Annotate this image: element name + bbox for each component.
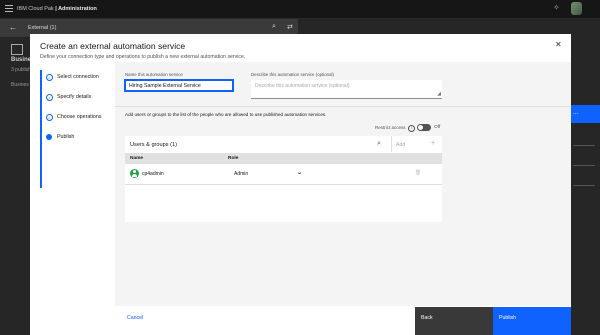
background-left-title: Busine [11,57,32,63]
background-row [573,165,595,166]
divider [115,106,571,107]
filter-icon: ⇄ [287,24,293,31]
users-groups-table: Users & groups (1) ⌕ Add + Name Role cp4… [125,136,442,222]
search-icon[interactable]: ⌕ [377,140,381,148]
progress-steps: ✓ Select connection ✓ Specify details ✓ … [40,70,118,188]
background-left-bottom: Busines [11,82,29,88]
background-subheader-title: External (1) [28,25,57,31]
publish-panel: Name this automation service Hiring Samp… [115,62,571,306]
table-header: Name Role [125,153,442,164]
toggle-knob [418,125,423,130]
access-help-text: Add users or groups to the list of the p… [125,112,327,117]
background-right-panel: ... [570,105,600,325]
grid-icon [11,44,23,55]
divider [391,136,392,152]
delete-icon[interactable]: 🗑 [415,170,421,176]
brand-title: IBM Cloud Pak | Administration [17,6,97,12]
back-arrow-icon: ← [9,23,17,32]
background-left-sub: 3 publish [11,67,32,73]
user-avatar-icon [130,169,139,178]
menu-icon[interactable] [5,5,13,13]
description-placeholder: Describe this automation service (option… [255,83,350,89]
create-service-modal: Create an external automation service De… [30,34,571,335]
background-row [573,185,595,186]
column-header-name[interactable]: Name [130,156,143,161]
add-icon[interactable]: + [431,140,435,147]
modal-description: Define your connection type and operatio… [40,54,246,60]
checkmark-icon: ✓ [46,74,53,81]
checkmark-icon: ✓ [46,94,53,101]
step-label: Choose operations [57,114,102,120]
publish-button[interactable]: Publish [493,307,571,335]
user-name: cp4admin [142,171,164,177]
step-label: Publish [57,134,75,140]
table-title: Users & groups (1) [130,142,177,148]
assistant-icon[interactable]: ✧ [553,3,560,12]
resize-handle-icon[interactable]: ◢ [437,91,441,97]
modal-title: Create an external automation service [40,41,186,51]
service-description-input[interactable]: Describe this automation service (option… [251,80,442,99]
background-row [573,145,595,146]
step-label: Specify details [57,94,92,100]
top-bar: IBM Cloud Pak | Administration ✧ [0,0,600,19]
checkmark-icon: ✓ [46,114,53,121]
user-avatar[interactable] [571,2,582,15]
description-field-label: Describe this automation service (option… [251,72,334,77]
column-header-role[interactable]: Role [228,156,238,161]
back-button[interactable]: Back [415,307,493,335]
current-step-icon [46,134,52,140]
restrict-access-label: Restrict access [375,125,406,130]
cancel-button[interactable]: Cancel [127,315,143,321]
info-icon[interactable]: i [408,125,415,132]
publish-button-label: Publish [499,315,517,321]
service-name-value: Hiring Sample External Service [129,83,201,89]
search-icon: ⌕ [272,23,276,30]
chevron-down-icon[interactable]: ⌄ [296,169,303,176]
back-button-label: Back [421,315,433,321]
table-row: cp4admin Admin ⌄ 🗑 [125,164,442,185]
role-dropdown-value[interactable]: Admin [234,171,248,177]
background-left-panel: Busine 3 publish Busines [0,38,34,98]
background-primary-button: ... [570,105,600,123]
toggle-state-label: Off [434,125,441,130]
service-name-input[interactable]: Hiring Sample External Service [124,79,234,92]
add-user-input[interactable]: Add [396,142,405,148]
name-field-label: Name this automation service [125,72,183,77]
close-icon[interactable]: ✕ [555,40,562,49]
restrict-access-toggle[interactable] [417,124,431,131]
modal-footer: Cancel Back Publish [30,307,571,335]
step-label: Select connection [57,74,99,80]
